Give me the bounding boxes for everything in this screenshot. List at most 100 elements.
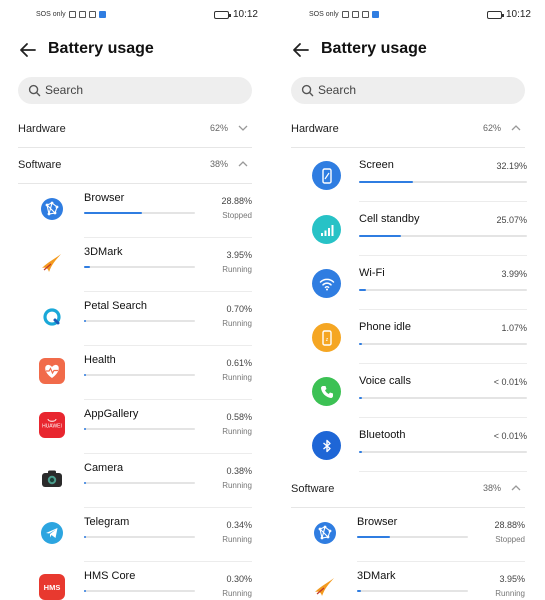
software-percent: 38%	[482, 483, 501, 493]
app-state: Running	[495, 589, 525, 598]
status-left: SOS only	[309, 11, 379, 18]
software-percent: 38%	[209, 159, 228, 169]
app-usage-percent: 0.34%	[226, 520, 252, 530]
usage-bar-fill	[84, 266, 90, 268]
svg-text:z: z	[325, 337, 328, 343]
app-notification-icon	[98, 11, 106, 18]
hardware-row-screen[interactable]: Screen 32.19%	[273, 148, 545, 202]
search-input[interactable]: Search	[18, 77, 252, 104]
hms-core-icon: HMS	[38, 573, 66, 600]
camera-icon	[38, 465, 66, 493]
usage-bar-track	[84, 212, 195, 214]
app-usage-percent: 0.30%	[226, 574, 252, 584]
app-name: 3DMark	[84, 246, 123, 258]
hardware-section-header[interactable]: Hardware 62%	[18, 113, 252, 147]
usage-bar-track	[359, 451, 527, 453]
app-usage-percent: 0.38%	[226, 466, 252, 476]
3dmark-icon	[38, 249, 66, 277]
app-usage-percent: 3.95%	[226, 250, 252, 260]
app-state: Running	[222, 427, 252, 436]
app-row-health[interactable]: Health 0.61% Running	[0, 346, 272, 400]
sos-text: SOS only	[309, 11, 339, 18]
software-label: Software	[18, 159, 62, 171]
app-state: Running	[222, 535, 252, 544]
battery-usage-screen-hardware-expanded: SOS only 10:12 Battery usage Search Hard…	[273, 0, 545, 600]
status-right: 10:12	[213, 9, 258, 20]
app-name: Browser	[84, 192, 125, 204]
hardware-row-voice-calls[interactable]: Voice calls < 0.01%	[273, 364, 545, 418]
petal-search-icon	[38, 303, 66, 331]
divider	[18, 147, 252, 148]
usage-bar-track	[84, 482, 195, 484]
page-title: Battery usage	[48, 40, 154, 57]
hardware-name: Cell standby	[359, 213, 420, 225]
usage-bar-fill	[359, 235, 401, 237]
usage-bar-fill	[84, 482, 86, 484]
cell-standby-icon	[312, 215, 341, 244]
hardware-usage-percent: 32.19%	[496, 161, 527, 171]
chevron-up-icon	[511, 125, 521, 131]
search-input[interactable]: Search	[291, 77, 525, 104]
app-row-camera[interactable]: Camera 0.38% Running	[0, 454, 272, 508]
usage-bar-track	[357, 590, 468, 592]
back-arrow-icon[interactable]	[291, 40, 311, 60]
usage-bar-track	[357, 536, 468, 538]
app-usage-percent: 3.95%	[499, 574, 525, 584]
svg-text:HMS: HMS	[44, 583, 61, 592]
software-section-header[interactable]: Software 38%	[291, 473, 525, 507]
hardware-label: Hardware	[291, 123, 339, 135]
app-row-petal-search[interactable]: Petal Search 0.70% Running	[0, 292, 272, 346]
hardware-name: Bluetooth	[359, 429, 406, 441]
phone-idle-icon: z	[312, 323, 341, 352]
app-notification-icon	[371, 11, 379, 18]
software-section-header[interactable]: Software 38%	[18, 149, 252, 183]
3dmark-icon	[311, 573, 339, 600]
sim-icon	[68, 11, 76, 18]
app-usage-percent: 0.61%	[226, 358, 252, 368]
wifi-status-icon	[351, 11, 359, 18]
clock: 10:12	[232, 9, 258, 20]
back-arrow-icon[interactable]	[18, 40, 38, 60]
app-state: Running	[222, 373, 252, 382]
telegram-notification-icon	[88, 11, 96, 18]
app-name: Camera	[84, 462, 124, 474]
app-row-hms-core[interactable]: HMS HMS Core 0.30% Running	[0, 562, 272, 600]
app-state: Running	[222, 481, 252, 490]
usage-bar-track	[359, 235, 527, 237]
hardware-row-wi-fi[interactable]: Wi-Fi 3.99%	[273, 256, 545, 310]
app-name: HMS Core	[84, 570, 136, 582]
search-icon	[28, 84, 41, 97]
top-bar: Battery usage	[273, 36, 545, 64]
app-state: Stopped	[222, 211, 252, 220]
app-row-browser[interactable]: Browser 28.88% Stopped	[273, 508, 545, 562]
hardware-row-cell-standby[interactable]: Cell standby 25.07%	[273, 202, 545, 256]
row-divider	[359, 471, 527, 472]
usage-bar-track	[359, 289, 527, 291]
hardware-usage-percent: 25.07%	[496, 215, 527, 225]
app-row-3dmark[interactable]: 3DMark 3.95% Running	[273, 562, 545, 600]
page-title: Battery usage	[321, 40, 427, 57]
search-placeholder: Search	[45, 83, 84, 97]
clock: 10:12	[505, 9, 531, 20]
bluetooth-icon	[312, 431, 341, 460]
usage-bar-fill	[359, 451, 362, 453]
wifi-icon	[312, 269, 341, 298]
software-label: Software	[291, 483, 335, 495]
usage-bar-fill	[357, 590, 362, 592]
usage-bar-fill	[359, 343, 362, 345]
app-row-telegram[interactable]: Telegram 0.34% Running	[0, 508, 272, 562]
hardware-row-phone-idle[interactable]: z Phone idle 1.07%	[273, 310, 545, 364]
chevron-up-icon	[238, 161, 248, 167]
usage-bar-fill	[359, 289, 366, 291]
hardware-section-header[interactable]: Hardware 62%	[291, 113, 525, 147]
app-name: Telegram	[84, 516, 130, 528]
app-row-browser[interactable]: Browser 28.88% Stopped	[0, 184, 272, 238]
status-bar: SOS only 10:12	[0, 9, 272, 23]
usage-bar-track	[359, 397, 527, 399]
app-row-appgallery[interactable]: HUAWEI AppGallery 0.58% Running	[0, 400, 272, 454]
usage-bar-fill	[84, 428, 86, 430]
app-row-3dmark[interactable]: 3DMark 3.95% Running	[0, 238, 272, 292]
browser-icon	[38, 195, 66, 223]
hardware-row-bluetooth[interactable]: Bluetooth < 0.01%	[273, 418, 545, 472]
hardware-name: Voice calls	[359, 375, 411, 387]
